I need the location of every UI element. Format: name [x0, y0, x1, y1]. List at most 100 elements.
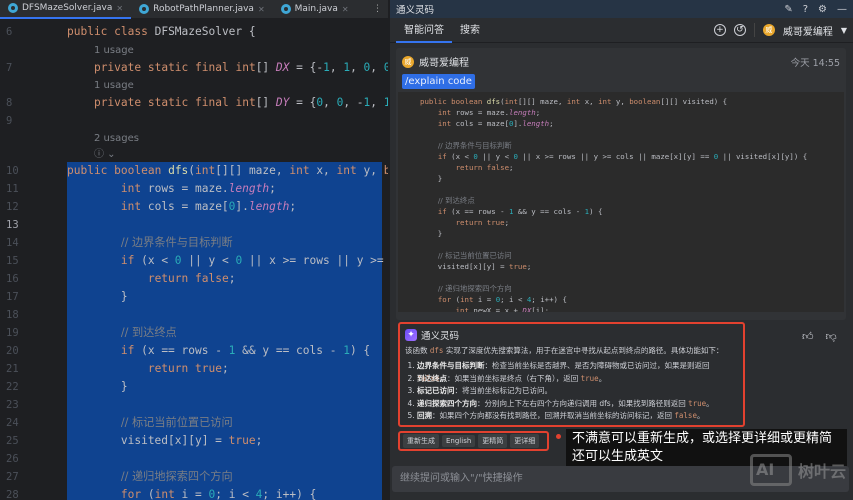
code-line[interactable]: 7 private static final int[] DX = {-1, 1… — [0, 59, 388, 77]
thumbs-down-icon[interactable]: 👎︎ — [826, 330, 837, 343]
answer-list-item: 递归探索四个方向：分别向上下左右四个方向递归调用 dfs，如果找到路径则返回 t… — [417, 398, 738, 411]
code-line[interactable]: 28 for (int i = 0; i < 4; i++) { — [0, 486, 388, 500]
tab-robotpathplanner[interactable]: RobotPathPlanner.java ✕ — [131, 0, 273, 19]
message-time: 今天 14:55 — [790, 57, 840, 69]
code-line[interactable]: 18 — [0, 306, 388, 324]
english-button[interactable]: English — [442, 435, 476, 447]
more-concise-button[interactable]: 更精简 — [478, 434, 508, 448]
code-line[interactable]: 22 } — [0, 378, 388, 396]
new-chat-icon[interactable]: + — [713, 24, 726, 36]
usage-hint[interactable]: 1 usage — [94, 77, 134, 95]
code-token: boolean — [451, 97, 483, 106]
line-text: // 边界条件与目标判断 — [67, 234, 233, 252]
code-area[interactable]: 6 public class DFSMazeSolver {1 usage 7 pr… — [0, 19, 388, 500]
line-text: } — [67, 380, 128, 393]
code-token: int — [504, 97, 518, 106]
code-line[interactable]: 14 // 边界条件与目标判断 — [0, 234, 388, 252]
gear-icon[interactable]: ⚙ — [818, 4, 827, 15]
history-icon[interactable]: ↺ — [733, 24, 746, 36]
code-comment: // 边界条件与目标判断 — [120, 236, 233, 249]
more-icon[interactable]: ⋮ — [373, 4, 388, 14]
code-line[interactable]: 6 public class DFSMazeSolver { — [0, 23, 388, 41]
code-line: // 递归地探索四个方向 — [398, 283, 844, 294]
code-line[interactable]: 27 // 递归地探索四个方向 — [0, 468, 388, 486]
code-token: 0 — [513, 152, 518, 161]
code-token: int — [235, 96, 256, 109]
close-icon[interactable]: ✕ — [116, 4, 123, 13]
divider — [753, 23, 755, 37]
line-number: 19 — [6, 327, 19, 339]
code-line[interactable]: 17 } — [0, 288, 388, 306]
code-token: 1 — [343, 344, 350, 357]
code-editor[interactable]: DFSMazeSolver.java ✕ RobotPathPlanner.jav… — [0, 0, 388, 500]
code-line[interactable]: 12 int cols = maze[0].length; — [0, 198, 388, 216]
user-name[interactable]: 威哥爱编程 — [783, 23, 833, 38]
code-line[interactable]: 10 public boolean dfs(int[][] maze, int x… — [0, 162, 388, 180]
line-text: if (x == rows - 1 && y == cols - 1) { — [120, 344, 371, 357]
code-token: length — [248, 200, 290, 213]
code-line[interactable]: 21 return true; — [0, 360, 388, 378]
edit-icon[interactable]: ✎ — [784, 4, 792, 15]
code-token: static — [147, 96, 189, 109]
line-number: 10 — [6, 165, 19, 177]
answer-list: 边界条件与目标判断：检查当前坐标是否越界、是否为障碍物或已访问过，如果是则返回 … — [405, 360, 738, 423]
code-token: class — [114, 25, 148, 38]
editor-tabs: DFSMazeSolver.java ✕ RobotPathPlanner.jav… — [0, 0, 388, 19]
line-number: 21 — [6, 363, 19, 375]
java-class-icon — [8, 3, 18, 13]
code-token: int — [289, 164, 310, 177]
line-number: 18 — [6, 309, 19, 321]
code-token: 1 — [343, 61, 351, 74]
code-token: int — [154, 488, 175, 500]
line-text: // 标记当前位置已访问 — [67, 414, 233, 432]
code-token: dfs — [486, 97, 501, 106]
code-line[interactable]: 26 — [0, 450, 388, 468]
code-line[interactable]: 25 visited[x][y] = true; — [0, 432, 388, 450]
code-line[interactable]: 19 // 到达终点 — [0, 324, 388, 342]
code-line: int newX = x + DX[i]; — [398, 305, 844, 312]
java-class-icon — [280, 4, 291, 14]
chevron-down-icon[interactable]: ▼ — [841, 26, 847, 35]
code-line[interactable]: 20 if (x == rows - 1 && y == cols - 1) { — [0, 342, 388, 360]
line-number: 6 — [6, 26, 13, 38]
line-number: 11 — [6, 183, 19, 195]
code-line[interactable]: 15 if (x < 0 || y < 0 || x >= rows || y … — [0, 252, 388, 270]
code-line[interactable]: 13 — [0, 216, 388, 234]
tab-main[interactable]: Main.java ✕ — [273, 0, 357, 19]
code-line[interactable]: 16 return false; — [0, 270, 388, 288]
code-token: int — [120, 182, 142, 195]
line-number: 27 — [6, 471, 19, 483]
code-token: public — [420, 97, 447, 106]
regenerate-button[interactable]: 重新生成 — [403, 434, 439, 448]
message-user: 威哥爱编程 — [419, 58, 469, 69]
help-icon[interactable]: ? — [803, 4, 808, 15]
thumbs-up-icon[interactable]: 👍︎ — [802, 330, 814, 343]
code-token: 0 — [383, 61, 388, 74]
code-line: int cols = maze[0].length; — [437, 119, 554, 128]
code-token: true — [509, 262, 527, 271]
code-token: 1 — [509, 207, 514, 216]
minimize-icon[interactable]: — — [837, 4, 847, 15]
code-token: int — [336, 164, 357, 177]
code-token: 4 — [255, 488, 263, 500]
line-text: int cols = maze[0].length; — [120, 200, 297, 213]
close-icon[interactable]: ✕ — [258, 5, 265, 14]
code-line: for (int i = 0; i < 4; i++) { — [437, 295, 567, 304]
usage-hint[interactable]: 1 usage — [94, 42, 134, 60]
close-icon[interactable]: ✕ — [342, 5, 349, 14]
answer-intro: 该函数 dfs 实现了深度优先搜索算法，用于在迷宫中寻找从起点到终点的路径。具体… — [405, 346, 724, 355]
more-detailed-button[interactable]: 更详细 — [510, 434, 540, 448]
code-line: // 标记当前位置已访问 — [398, 250, 844, 261]
tab-smart-qa[interactable]: 智能问答 — [396, 18, 452, 43]
code-token: 1 — [383, 96, 388, 109]
tab-dfsmazesolver[interactable]: DFSMazeSolver.java ✕ — [0, 0, 132, 19]
code-line[interactable]: 23 — [0, 396, 388, 414]
code-line[interactable]: 11 int rows = maze.length; — [0, 180, 388, 198]
line-text: private static final int[] DX = {-1, 1, … — [67, 59, 388, 77]
code-line[interactable]: 8 private static final int[] DY = {0, 0,… — [0, 94, 388, 112]
tab-search[interactable]: 搜索 — [452, 18, 488, 43]
code-line[interactable]: 9 — [0, 112, 388, 130]
code-line[interactable]: 24 // 标记当前位置已访问 — [0, 414, 388, 432]
